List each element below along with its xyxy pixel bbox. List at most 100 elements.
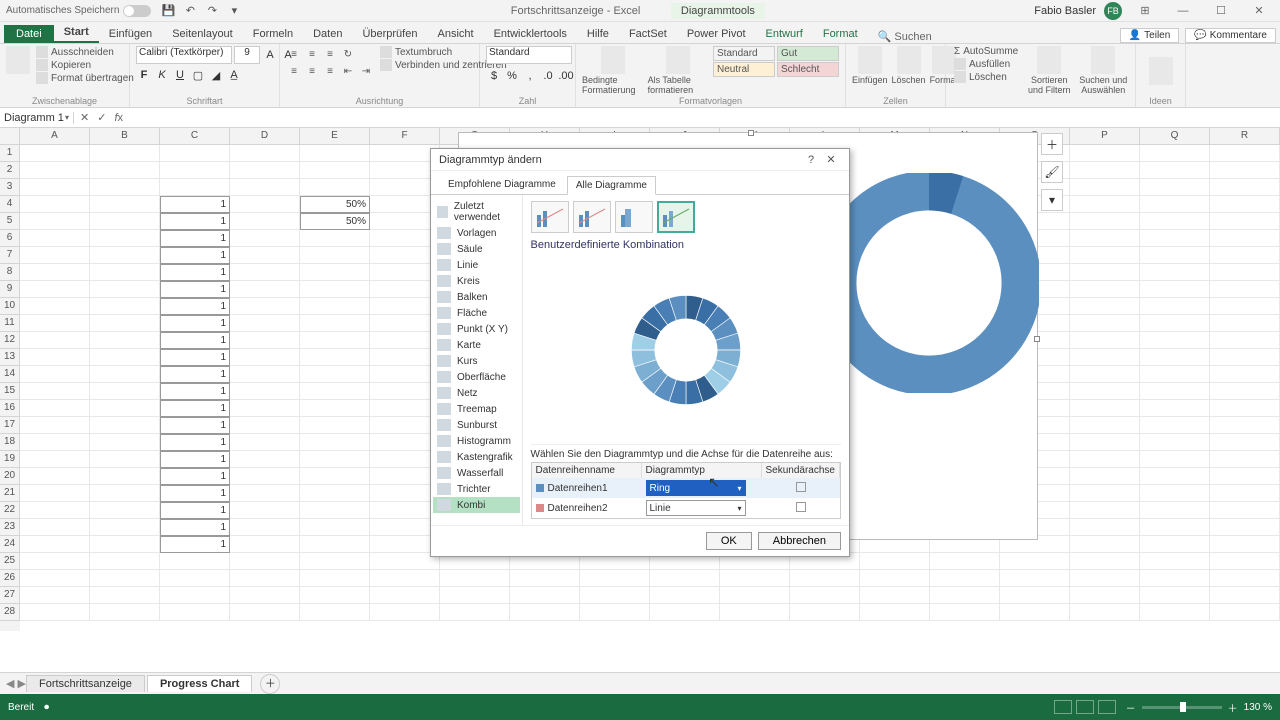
zoom-slider[interactable] <box>1142 706 1222 709</box>
cell-E21[interactable] <box>300 485 370 502</box>
cell-D8[interactable] <box>230 264 300 281</box>
cell-P18[interactable] <box>1070 434 1140 451</box>
cell-P17[interactable] <box>1070 417 1140 434</box>
cell-style-gut[interactable]: Gut <box>777 46 839 61</box>
tab-developer[interactable]: Entwicklertools <box>484 25 577 43</box>
sort-filter-button[interactable] <box>1037 46 1061 74</box>
cell-Q25[interactable] <box>1140 553 1210 570</box>
series1-type-select[interactable]: Ring▾ <box>646 480 746 496</box>
cell-M28[interactable] <box>860 604 930 621</box>
cell-P9[interactable] <box>1070 281 1140 298</box>
cell-A9[interactable] <box>20 281 90 298</box>
indent-inc-icon[interactable]: ⇥ <box>358 63 374 79</box>
tab-factset[interactable]: FactSet <box>619 25 677 43</box>
combo-subtype-2[interactable] <box>573 201 611 233</box>
file-tab[interactable]: Datei <box>4 25 54 43</box>
cell-E19[interactable] <box>300 451 370 468</box>
cell-B28[interactable] <box>90 604 160 621</box>
cell-R11[interactable] <box>1210 315 1280 332</box>
tab-help[interactable]: Hilfe <box>577 25 619 43</box>
cell-A10[interactable] <box>20 298 90 315</box>
category-kombi[interactable]: Kombi <box>433 497 520 513</box>
bold-icon[interactable]: F <box>136 67 152 83</box>
fx-icon[interactable]: fx <box>114 112 123 124</box>
cell-R26[interactable] <box>1210 570 1280 587</box>
col-header-F[interactable]: F <box>370 128 440 145</box>
italic-icon[interactable]: K <box>154 67 170 83</box>
row-header-14[interactable]: 14 <box>0 366 20 383</box>
cell-A21[interactable] <box>20 485 90 502</box>
cell-Q21[interactable] <box>1140 485 1210 502</box>
cell-E17[interactable] <box>300 417 370 434</box>
cell-A17[interactable] <box>20 417 90 434</box>
view-page-icon[interactable] <box>1076 700 1094 714</box>
cell-E14[interactable] <box>300 366 370 383</box>
cell-Q23[interactable] <box>1140 519 1210 536</box>
cell-R15[interactable] <box>1210 383 1280 400</box>
comments-button[interactable]: 💬Kommentare <box>1185 28 1276 43</box>
cell-P20[interactable] <box>1070 468 1140 485</box>
dialog-close-icon[interactable]: ✕ <box>821 153 841 166</box>
cell-B4[interactable] <box>90 196 160 213</box>
cell-C3[interactable] <box>160 179 230 196</box>
cell-M26[interactable] <box>860 570 930 587</box>
category-zuletztverwendet[interactable]: Zuletzt verwendet <box>433 199 520 225</box>
cell-C25[interactable] <box>160 553 230 570</box>
cell-R27[interactable] <box>1210 587 1280 604</box>
cell-B22[interactable] <box>90 502 160 519</box>
cut-button[interactable]: Ausschneiden <box>34 46 136 58</box>
ribbon-display-icon[interactable]: ⊞ <box>1130 4 1160 17</box>
row-header-18[interactable]: 18 <box>0 434 20 451</box>
cell-A14[interactable] <box>20 366 90 383</box>
tab-data[interactable]: Daten <box>303 25 352 43</box>
cell-R10[interactable] <box>1210 298 1280 315</box>
cell-I26[interactable] <box>580 570 650 587</box>
tab-formulas[interactable]: Formeln <box>243 25 303 43</box>
cell-D16[interactable] <box>230 400 300 417</box>
cell-B26[interactable] <box>90 570 160 587</box>
category-sunburst[interactable]: Sunburst <box>433 417 520 433</box>
redo-icon[interactable]: ↷ <box>205 4 219 18</box>
cell-E7[interactable] <box>300 247 370 264</box>
col-header-D[interactable]: D <box>230 128 300 145</box>
cell-E6[interactable] <box>300 230 370 247</box>
search-label[interactable]: Suchen <box>894 31 931 43</box>
align-bot-icon[interactable]: ≡ <box>322 46 338 62</box>
cell-P21[interactable] <box>1070 485 1140 502</box>
cell-C6[interactable]: 1 <box>160 230 230 247</box>
cell-style-schlecht[interactable]: Schlecht <box>777 62 839 77</box>
cell-B23[interactable] <box>90 519 160 536</box>
cell-R6[interactable] <box>1210 230 1280 247</box>
minimize-icon[interactable]: — <box>1168 5 1198 17</box>
cell-N28[interactable] <box>930 604 1000 621</box>
maximize-icon[interactable]: ☐ <box>1206 4 1236 17</box>
cell-G26[interactable] <box>440 570 510 587</box>
cell-R24[interactable] <box>1210 536 1280 553</box>
search-icon[interactable]: 🔍 <box>878 30 892 43</box>
cell-A19[interactable] <box>20 451 90 468</box>
cell-A8[interactable] <box>20 264 90 281</box>
cell-C11[interactable]: 1 <box>160 315 230 332</box>
cell-O28[interactable] <box>1000 604 1070 621</box>
number-format-select[interactable]: Standard <box>486 46 572 64</box>
cell-C21[interactable]: 1 <box>160 485 230 502</box>
category-flche[interactable]: Fläche <box>433 305 520 321</box>
chart-filters-button[interactable]: ▾ <box>1041 189 1063 211</box>
cell-Q16[interactable] <box>1140 400 1210 417</box>
col-header-E[interactable]: E <box>300 128 370 145</box>
cell-D25[interactable] <box>230 553 300 570</box>
cell-B8[interactable] <box>90 264 160 281</box>
row-header-12[interactable]: 12 <box>0 332 20 349</box>
col-header-Q[interactable]: Q <box>1140 128 1210 145</box>
qat-custom-icon[interactable]: ▾ <box>227 4 241 18</box>
cell-E28[interactable] <box>300 604 370 621</box>
cell-P7[interactable] <box>1070 247 1140 264</box>
cell-L28[interactable] <box>790 604 860 621</box>
cell-B19[interactable] <box>90 451 160 468</box>
combo-subtype-3[interactable] <box>615 201 653 233</box>
cell-P3[interactable] <box>1070 179 1140 196</box>
cell-A27[interactable] <box>20 587 90 604</box>
record-macro-icon[interactable]: ⏺ <box>44 702 49 713</box>
dialog-help-icon[interactable]: ? <box>801 154 821 166</box>
percent-icon[interactable]: % <box>504 68 520 84</box>
